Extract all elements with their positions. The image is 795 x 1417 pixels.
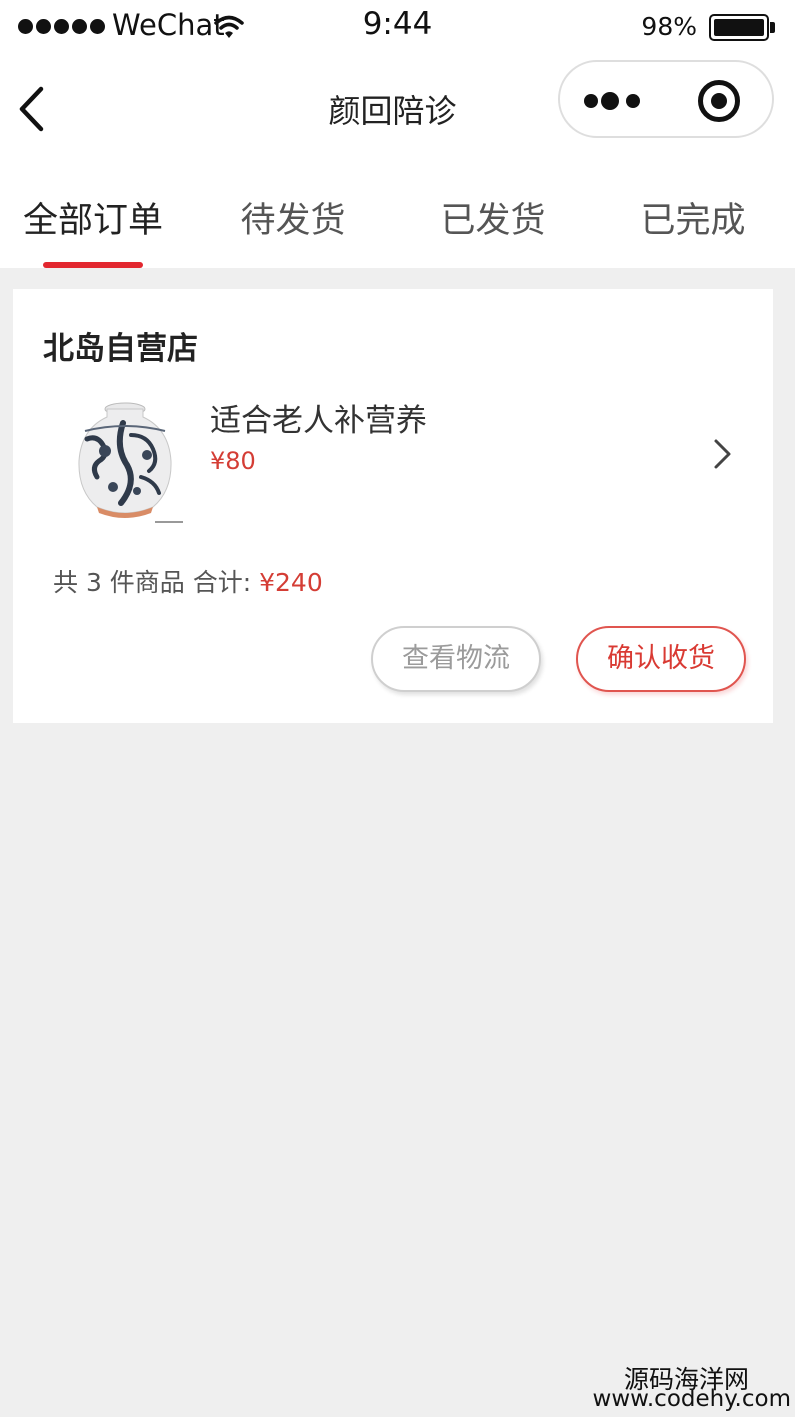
order-total: ¥240: [259, 568, 323, 597]
product-image[interactable]: [63, 395, 193, 525]
battery-tip: [770, 22, 775, 33]
tab-completed[interactable]: 已完成: [593, 192, 793, 243]
tab-all-orders[interactable]: 全部订单: [0, 192, 193, 243]
watermark-line-2: www.codehy.com: [592, 1386, 791, 1412]
tab-shipped[interactable]: 已发货: [393, 192, 593, 243]
item-count-text: 共 3 件商品 合计:: [53, 568, 252, 597]
order-summary: 共 3 件商品 合计: ¥240: [53, 563, 323, 599]
order-tabs: 全部订单 待发货 已发货 已完成: [0, 186, 795, 268]
product-price: ¥80: [210, 447, 256, 475]
product-name[interactable]: 适合老人补营养: [210, 395, 427, 440]
close-miniprogram-icon[interactable]: [696, 78, 742, 124]
chevron-right-icon[interactable]: [711, 437, 735, 471]
porcelain-vase-icon: [78, 402, 183, 523]
view-logistics-button[interactable]: 查看物流: [371, 626, 541, 692]
order-card[interactable]: 北岛自营店 适合老人补营养 ¥80 共 3 件商品 合计: ¥240 查看物流 …: [13, 289, 773, 723]
shop-name: 北岛自营店: [43, 331, 198, 367]
active-tab-indicator: [43, 262, 143, 268]
confirm-receipt-button[interactable]: 确认收货: [576, 626, 746, 692]
more-options-icon[interactable]: [584, 84, 648, 118]
miniprogram-capsule: [558, 60, 774, 138]
battery-icon: [709, 14, 769, 41]
status-bar: WeChat 9:44 98%: [0, 0, 795, 54]
battery-percentage: 98%: [641, 12, 697, 41]
tab-pending-shipment[interactable]: 待发货: [193, 192, 393, 243]
